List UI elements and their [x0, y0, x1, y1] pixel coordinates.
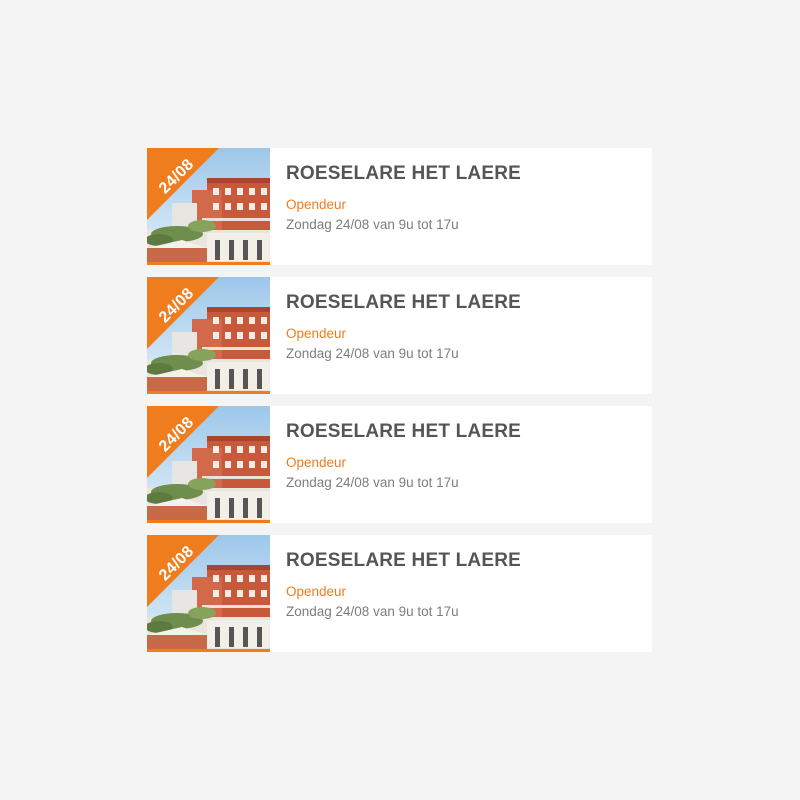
event-info: ROESELARE HET LAERE Opendeur Zondag 24/0…: [286, 162, 642, 234]
event-info: ROESELARE HET LAERE Opendeur Zondag 24/0…: [286, 420, 642, 492]
event-thumbnail: 24/08: [147, 406, 270, 523]
thumbnail-accent-bar: [147, 391, 270, 394]
thumbnail-accent-bar: [147, 649, 270, 652]
event-card[interactable]: 24/08 ROESELARE HET LAERE Opendeur Zonda…: [147, 148, 652, 265]
event-schedule: Zondag 24/08 van 9u tot 17u: [286, 346, 459, 361]
thumbnail-accent-bar: [147, 520, 270, 523]
event-card[interactable]: 24/08 ROESELARE HET LAERE Opendeur Zonda…: [147, 277, 652, 394]
event-title[interactable]: ROESELARE HET LAERE: [286, 162, 642, 186]
event-title[interactable]: ROESELARE HET LAERE: [286, 291, 642, 315]
event-info: ROESELARE HET LAERE Opendeur Zondag 24/0…: [286, 291, 642, 363]
event-info: ROESELARE HET LAERE Opendeur Zondag 24/0…: [286, 549, 642, 621]
event-thumbnail: 24/08: [147, 535, 270, 652]
event-title[interactable]: ROESELARE HET LAERE: [286, 420, 642, 444]
event-schedule: Zondag 24/08 van 9u tot 17u: [286, 475, 459, 490]
event-type: Opendeur: [286, 197, 347, 212]
event-schedule: Zondag 24/08 van 9u tot 17u: [286, 604, 459, 619]
event-card[interactable]: 24/08 ROESELARE HET LAERE Opendeur Zonda…: [147, 535, 652, 652]
event-type: Opendeur: [286, 455, 347, 470]
event-thumbnail: 24/08: [147, 148, 270, 265]
event-card[interactable]: 24/08 ROESELARE HET LAERE Opendeur Zonda…: [147, 406, 652, 523]
thumbnail-accent-bar: [147, 262, 270, 265]
event-type: Opendeur: [286, 326, 347, 341]
event-title[interactable]: ROESELARE HET LAERE: [286, 549, 642, 573]
event-thumbnail: 24/08: [147, 277, 270, 394]
event-schedule: Zondag 24/08 van 9u tot 17u: [286, 217, 459, 232]
event-type: Opendeur: [286, 584, 347, 599]
